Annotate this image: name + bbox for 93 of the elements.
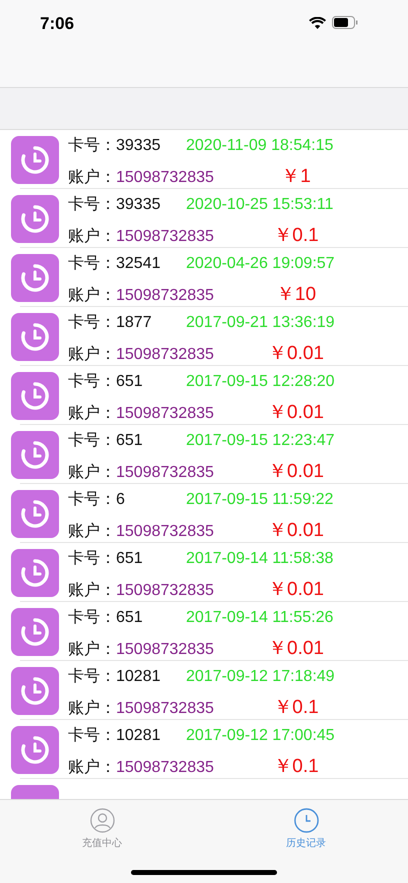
account-number: 15098732835 (116, 522, 215, 540)
amount: ￥0.01 (267, 460, 325, 484)
account-number: 15098732835 (116, 228, 215, 246)
account-number: 15098732835 (116, 464, 215, 482)
card-number: 651 (116, 372, 144, 390)
card-number: 1877 (116, 314, 153, 332)
amount: ￥0.01 (267, 518, 325, 542)
record-time: 2017-09-12 17:18:49 (186, 668, 335, 686)
amount: ￥1 (280, 164, 312, 188)
card-number: 39335 (116, 136, 162, 154)
account-label: 账户： (68, 404, 116, 424)
account-label: 账户： (68, 286, 116, 306)
clock-icon (21, 618, 49, 646)
account-number: 15098732835 (116, 168, 215, 186)
amount: ￥0.01 (267, 342, 325, 366)
card-number: 6 (116, 490, 126, 508)
record-time: 2017-09-15 11:59:22 (186, 490, 334, 508)
record-time: 2017-09-15 12:23:47 (186, 432, 335, 450)
amount: ￥0.1 (272, 224, 320, 248)
clock-icon (21, 500, 49, 528)
amount: ￥0.01 (267, 400, 325, 424)
clock-icon (21, 440, 49, 468)
wifi-icon (309, 16, 326, 28)
card-label: 卡号： (68, 608, 116, 628)
account-label: 账户： (68, 758, 116, 778)
record-time: 2020-10-25 15:53:11 (186, 196, 334, 214)
record-row[interactable]: 卡号：10281 2017-09-12 17:18:49 账户：15098732835 ￥0.1 (0, 661, 408, 720)
account-number: 15098732835 (116, 404, 215, 422)
card-label: 卡号： (68, 666, 116, 686)
account-label: 账户： (68, 226, 116, 246)
account-label: 账户： (68, 698, 116, 718)
record-time: 2020-04-26 19:09:57 (186, 254, 335, 272)
account-label: 账户： (68, 580, 116, 600)
record-row[interactable]: 卡号：10281 2017-09-12 17:00:45 账户：15098732835 ￥0.1 (0, 720, 408, 779)
account-label: 账户： (68, 462, 116, 482)
record-row[interactable]: 卡号：1877 2017-09-21 13:36:19 账户：15098732835 ￥0.01 (0, 307, 408, 366)
card-label: 卡号： (68, 726, 116, 746)
card-number: 651 (116, 550, 144, 568)
card-number: 651 (116, 608, 144, 626)
clock-icon (21, 676, 49, 704)
amount: ￥0.1 (272, 696, 320, 720)
card-label: 卡号： (68, 312, 116, 332)
clock-icon (21, 382, 49, 410)
amount: ￥0.01 (267, 636, 325, 660)
card-number: 39335 (116, 196, 162, 214)
account-label: 账户： (68, 168, 116, 188)
status-time: 7:06 (40, 14, 74, 34)
card-number: 10281 (116, 726, 162, 744)
clock-icon (21, 264, 49, 292)
card-label: 卡号： (68, 254, 116, 274)
account-label: 账户： (68, 522, 116, 542)
record-time: 2017-09-14 11:55:26 (186, 608, 334, 626)
record-time: 2017-09-12 17:00:45 (186, 726, 335, 744)
card-number: 10281 (116, 668, 162, 686)
account-number: 15098732835 (116, 640, 215, 658)
card-number: 651 (116, 432, 144, 450)
account-number: 15098732835 (116, 582, 215, 600)
record-time: 2017-09-15 12:28:20 (186, 372, 335, 390)
record-row[interactable]: 卡号：651 2017-09-14 11:58:38 账户：15098732835 ￥0.01 (0, 543, 408, 602)
account-label: 账户： (68, 344, 116, 364)
clock-icon (21, 558, 49, 586)
account-number: 15098732835 (116, 346, 215, 364)
card-label: 卡号： (68, 136, 116, 156)
record-row[interactable]: 卡号：651 2017-09-15 12:23:47 账户：15098732835 ￥0.01 (0, 425, 408, 484)
card-label: 卡号： (68, 372, 116, 392)
clock-icon (21, 322, 49, 350)
record-row[interactable]: 卡号：32541 2020-04-26 19:09:57 账户：15098732835 ￥10 (0, 248, 408, 307)
record-row[interactable]: 卡号：651 2017-09-14 11:55:26 账户：15098732835 ￥0.01 (0, 602, 408, 661)
clock-icon (21, 204, 49, 232)
amount: ￥10 (274, 282, 318, 306)
account-number: 15098732835 (116, 286, 215, 304)
record-row[interactable]: 卡号：39335 2020-11-09 18:54:15 账户：15098732835 ￥1 (0, 130, 408, 189)
clock-icon (21, 736, 49, 764)
person-icon (90, 808, 114, 833)
battery-icon (332, 16, 358, 29)
record-row[interactable]: 卡号：39335 2020-10-25 15:53:11 账户：15098732835 ￥0.1 (0, 189, 408, 248)
card-label: 卡号： (68, 194, 116, 214)
record-time: 2017-09-14 11:58:38 (186, 550, 334, 568)
clock-icon (294, 808, 318, 833)
record-row[interactable]: 卡号：651 2017-09-15 12:28:20 账户：15098732835 ￥0.01 (0, 366, 408, 425)
record-time: 2017-09-21 13:36:19 (186, 314, 335, 332)
card-label: 卡号： (68, 490, 116, 510)
account-label: 账户： (68, 640, 116, 660)
record-row[interactable]: 卡号：6 2017-09-15 11:59:22 账户：15098732835 ￥0.01 (0, 484, 408, 543)
account-number: 15098732835 (116, 700, 215, 718)
account-number: 15098732835 (116, 758, 215, 776)
record-time: 2020-11-09 18:54:15 (186, 136, 334, 154)
amount: ￥0.1 (272, 754, 320, 778)
card-number: 32541 (116, 254, 162, 272)
card-label: 卡号： (68, 548, 116, 568)
clock-icon (21, 146, 49, 174)
amount: ￥0.01 (267, 578, 325, 602)
card-label: 卡号： (68, 430, 116, 450)
